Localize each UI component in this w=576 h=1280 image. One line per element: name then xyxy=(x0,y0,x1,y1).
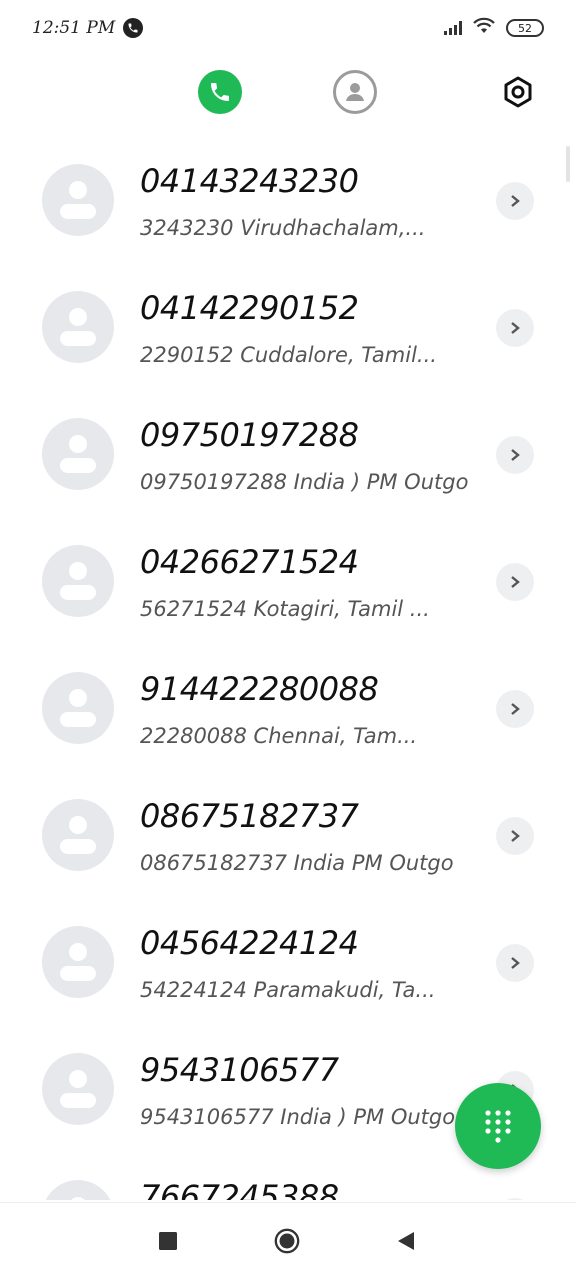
call-detail: 9543106577 India ) PM Outgo xyxy=(140,1105,456,1129)
signal-icon xyxy=(444,21,462,35)
details-chevron-button[interactable] xyxy=(496,944,534,982)
call-number: 914422280088 xyxy=(140,670,379,708)
call-detail: 22280088 Chennai, Tam... xyxy=(140,724,418,748)
call-log-row[interactable]: 914422280088 22280088 Chennai, Tam... xyxy=(0,646,576,773)
call-number: 09750197288 xyxy=(140,416,359,454)
avatar xyxy=(42,799,114,871)
details-chevron-button[interactable] xyxy=(496,436,534,474)
home-button[interactable] xyxy=(273,1227,301,1255)
call-detail: 2290152 Cuddalore, Tamil... xyxy=(140,343,437,367)
call-log-row[interactable]: 04142290152 2290152 Cuddalore, Tamil... xyxy=(0,265,576,392)
chevron-right-icon xyxy=(511,195,520,207)
avatar xyxy=(42,545,114,617)
call-log-row[interactable]: 04564224124 54224124 Paramakudi, Ta... xyxy=(0,900,576,1027)
chevron-right-icon xyxy=(511,449,520,461)
call-number: 9543106577 xyxy=(140,1051,339,1089)
call-detail: 56271524 Kotagiri, Tamil ... xyxy=(140,597,430,621)
chevron-right-icon xyxy=(511,576,520,588)
details-chevron-button[interactable] xyxy=(496,182,534,220)
status-bar: 12:51 PM 52 xyxy=(0,0,576,56)
call-number: 7667245388 xyxy=(140,1178,339,1200)
call-number: 04142290152 xyxy=(140,289,359,327)
system-nav-bar xyxy=(0,1202,576,1280)
avatar xyxy=(42,1053,114,1125)
avatar xyxy=(42,418,114,490)
call-detail: 54224124 Paramakudi, Ta... xyxy=(140,978,436,1002)
chevron-right-icon xyxy=(511,322,520,334)
square-icon xyxy=(159,1232,177,1250)
status-time: 12:51 PM xyxy=(32,18,116,38)
avatar xyxy=(42,926,114,998)
call-log-list[interactable]: 04143243230 3243230 Virudhachalam,... 04… xyxy=(0,138,576,1200)
phone-icon xyxy=(211,83,229,101)
avatar xyxy=(42,1180,114,1200)
details-chevron-button[interactable] xyxy=(496,309,534,347)
hexagon-settings-icon xyxy=(504,76,532,108)
tab-contacts[interactable] xyxy=(333,70,377,114)
back-triangle-icon xyxy=(398,1232,414,1250)
avatar xyxy=(42,291,114,363)
chevron-right-icon xyxy=(511,957,520,969)
details-chevron-button[interactable] xyxy=(496,690,534,728)
back-button[interactable] xyxy=(392,1227,420,1255)
status-right: 52 xyxy=(444,17,544,39)
dialpad-icon xyxy=(485,1110,511,1143)
status-left: 12:51 PM xyxy=(32,18,144,38)
top-tabs xyxy=(0,66,576,118)
recent-apps-button[interactable] xyxy=(154,1227,182,1255)
call-number: 04143243230 xyxy=(140,162,359,200)
call-detail: 3243230 Virudhachalam,... xyxy=(140,216,426,240)
tab-calls[interactable] xyxy=(198,70,242,114)
tab-settings[interactable] xyxy=(496,70,540,114)
scrollbar[interactable] xyxy=(566,146,570,182)
chevron-right-icon xyxy=(511,703,520,715)
call-detail: 08675182737 India PM Outgo xyxy=(140,851,454,875)
dialer-screen: 12:51 PM 52 04143243230 3243230 Virudhac… xyxy=(0,0,576,1280)
call-log-row[interactable]: 04143243230 3243230 Virudhachalam,... xyxy=(0,138,576,265)
battery-icon: 52 xyxy=(506,19,544,37)
call-number: 04564224124 xyxy=(140,924,359,962)
person-icon xyxy=(346,83,364,101)
avatar xyxy=(42,164,114,236)
details-chevron-button[interactable] xyxy=(496,1198,534,1200)
details-chevron-button[interactable] xyxy=(496,563,534,601)
wifi-icon xyxy=(472,17,496,39)
call-number: 08675182737 xyxy=(140,797,359,835)
ongoing-call-icon xyxy=(123,18,144,38)
chevron-right-icon xyxy=(511,830,520,842)
dialpad-button[interactable] xyxy=(455,1083,541,1169)
call-log-row[interactable]: 08675182737 08675182737 India PM Outgo xyxy=(0,773,576,900)
home-circle-icon xyxy=(274,1228,300,1254)
call-number: 04266271524 xyxy=(140,543,359,581)
call-detail: 09750197288 India ) PM Outgo xyxy=(140,470,469,494)
details-chevron-button[interactable] xyxy=(496,817,534,855)
call-log-row[interactable]: 04266271524 56271524 Kotagiri, Tamil ... xyxy=(0,519,576,646)
battery-level: 52 xyxy=(518,21,532,35)
avatar xyxy=(42,672,114,744)
call-log-row[interactable]: 09750197288 09750197288 India ) PM Outgo xyxy=(0,392,576,519)
